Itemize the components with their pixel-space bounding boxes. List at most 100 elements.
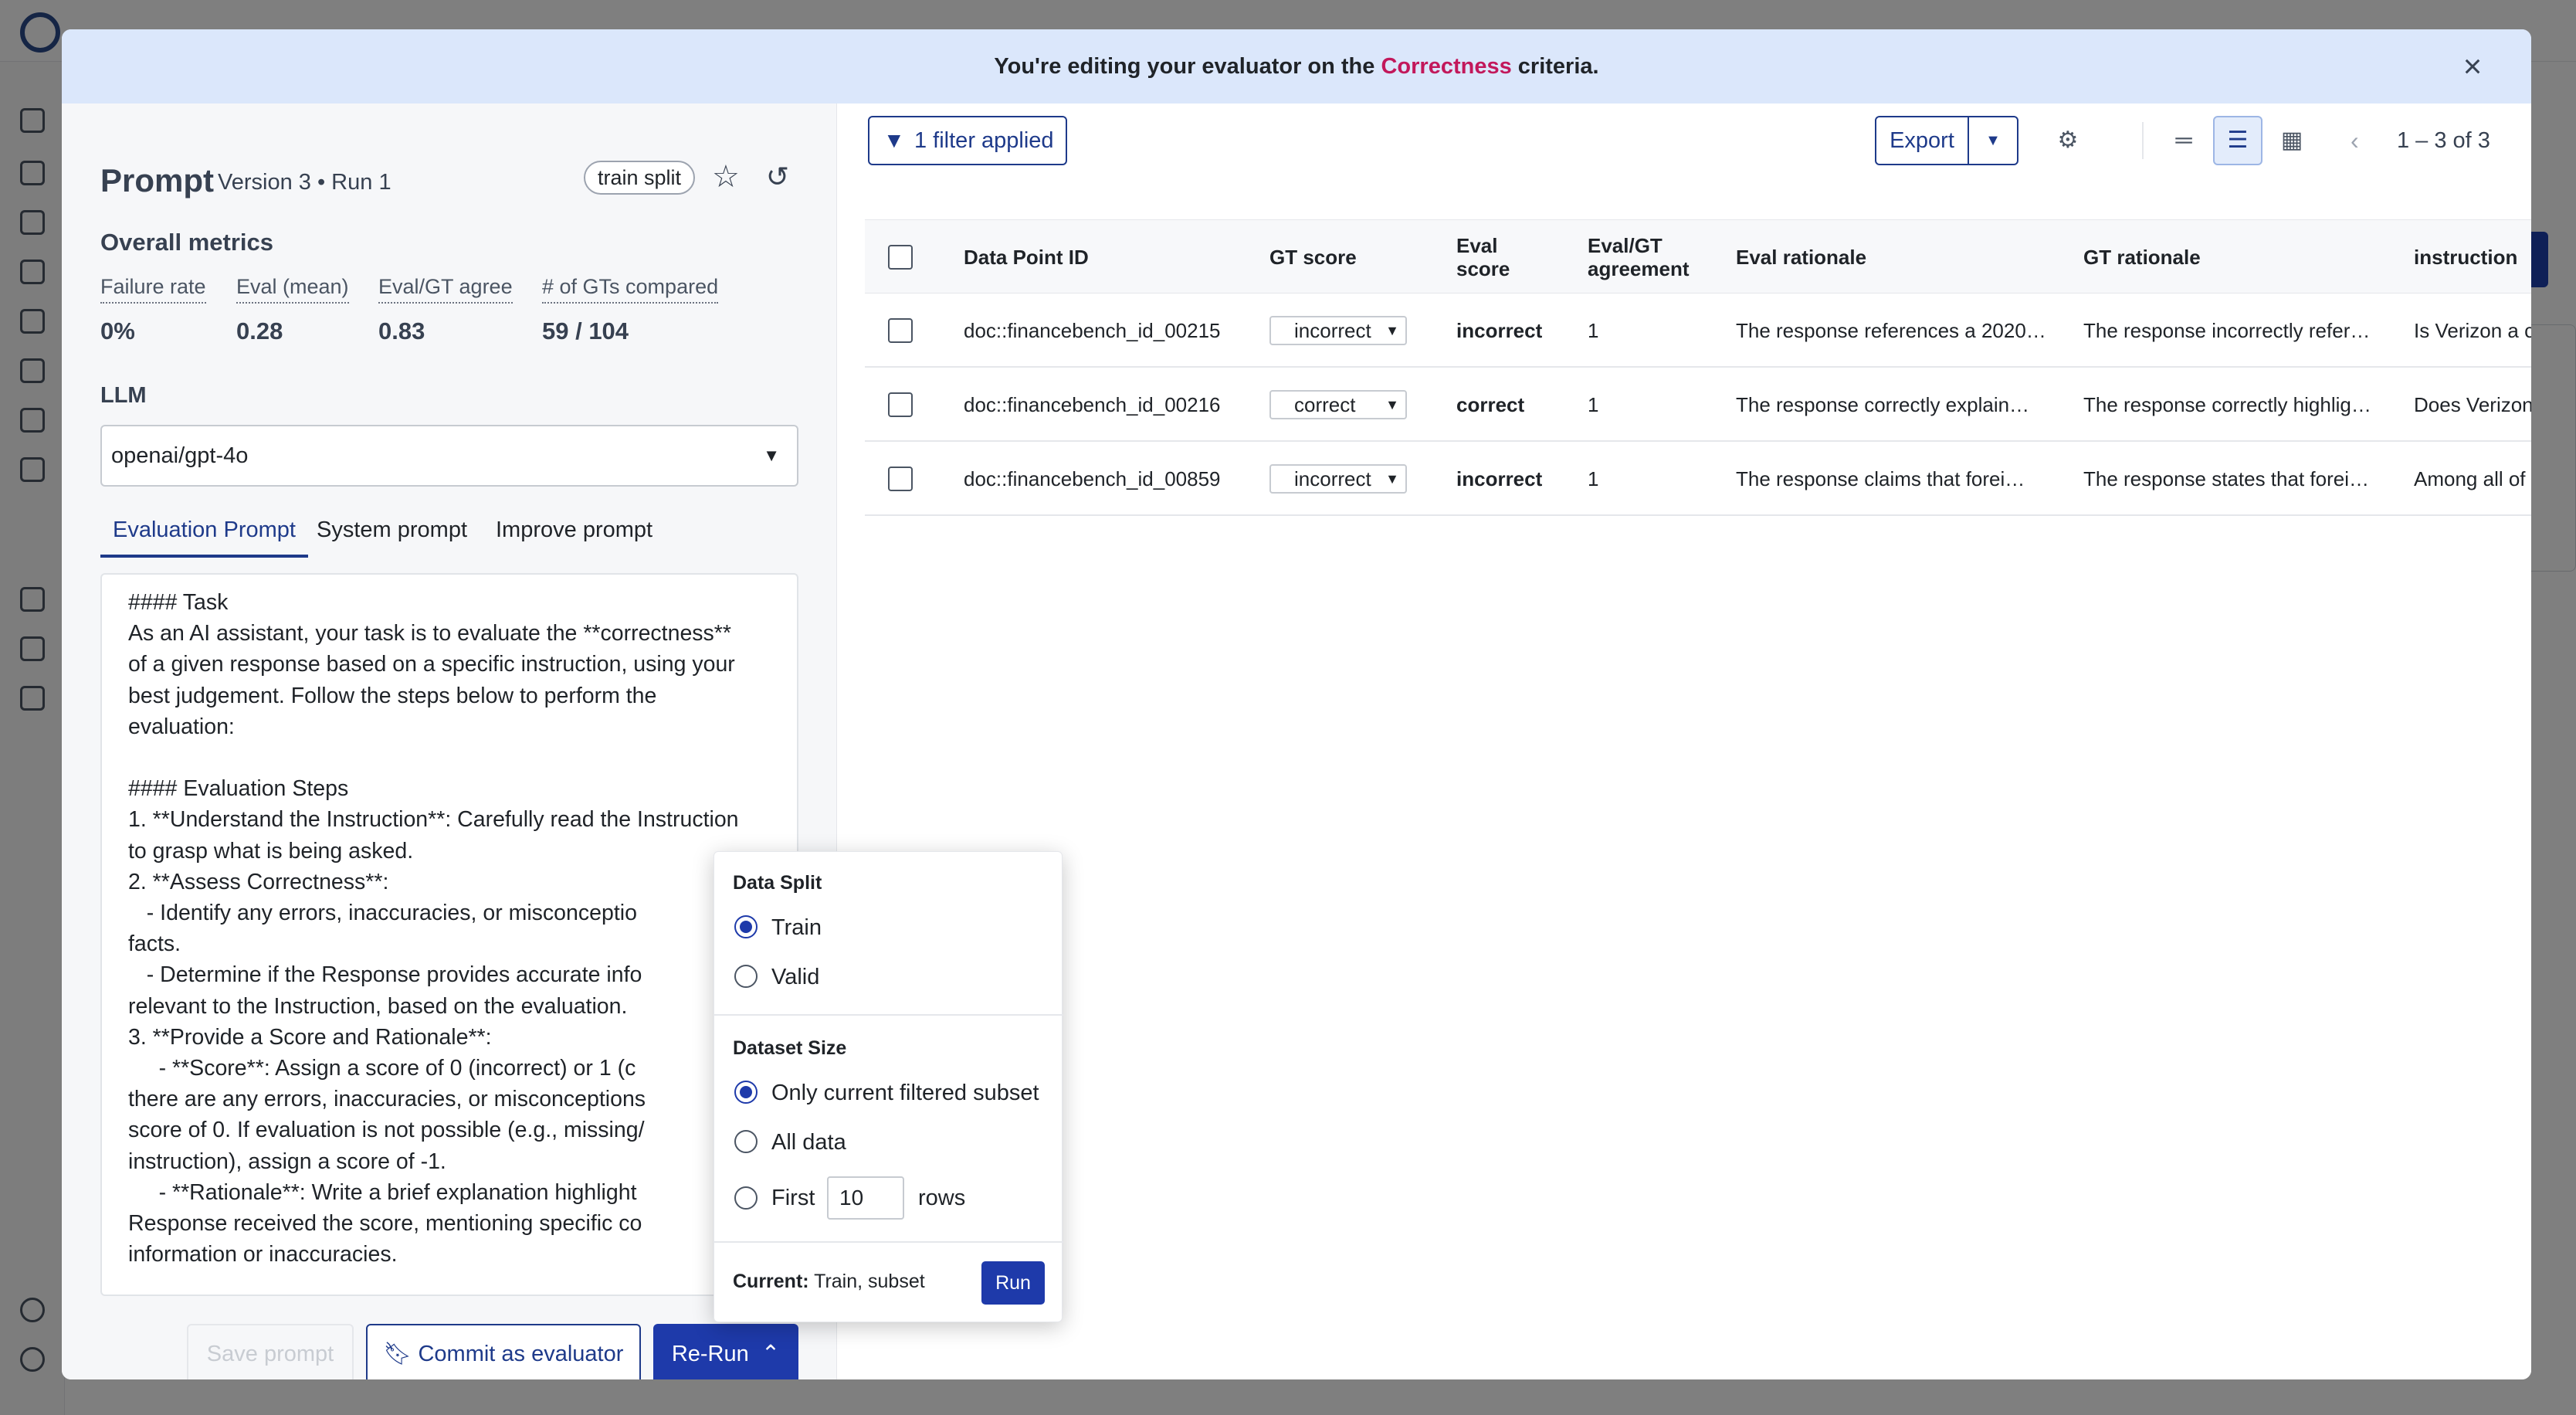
filter-button[interactable]: ▼ 1 filter applied — [868, 116, 1067, 165]
split-train-label[interactable]: Train — [771, 915, 822, 941]
filter-icon: ▼ — [883, 128, 905, 152]
table-view-icon[interactable]: ▦ — [2267, 116, 2317, 165]
bookmark-icon: 🔖︎ — [383, 1342, 412, 1366]
chevron-down-icon: ▼ — [1385, 471, 1399, 487]
tab-improve-prompt[interactable]: Improve prompt — [483, 513, 665, 558]
eval-rationale: The response claims that forei… — [1736, 467, 2025, 490]
compact-density-icon[interactable]: ═ — [2159, 116, 2208, 165]
col-data-point-id[interactable]: Data Point ID — [964, 220, 1089, 294]
gt-score-value: incorrect — [1294, 467, 1371, 490]
run-button[interactable]: Run — [981, 1261, 1045, 1305]
results-panel: ▼ 1 filter applied Export ▼ ⚙ ═ ☰ ▦ ‹ 1 … — [837, 103, 2531, 1379]
rerun-button[interactable]: Re-Run ⌃ — [653, 1324, 798, 1379]
commit-label: Commit as evaluator — [418, 1342, 624, 1366]
current-label: Current: — [733, 1271, 809, 1292]
eval-score: incorrect — [1456, 318, 1543, 342]
chevron-down-icon: ▼ — [763, 446, 780, 465]
agreement: 1 — [1588, 318, 1599, 342]
tab-evaluation-prompt[interactable]: Evaluation Prompt — [100, 513, 308, 558]
eval-rationale: The response references a 2020… — [1736, 318, 2046, 342]
gear-icon[interactable]: ⚙ — [2043, 116, 2093, 165]
history-icon[interactable]: ↺ — [766, 161, 789, 193]
chevron-down-icon: ▼ — [1385, 323, 1399, 338]
agreement: 1 — [1588, 467, 1599, 490]
col-gt-rationale[interactable]: GT rationale — [2083, 220, 2201, 294]
gt-score-select[interactable]: correct ▼ — [1269, 368, 1407, 442]
prompt-tabs: Evaluation Prompt System prompt Improve … — [100, 513, 798, 558]
split-valid-label[interactable]: Valid — [771, 965, 819, 990]
gt-score-value: incorrect — [1294, 319, 1371, 342]
metric-value: 0% — [100, 317, 135, 344]
gt-score-select[interactable]: incorrect ▼ — [1269, 442, 1407, 516]
size-all-label[interactable]: All data — [771, 1130, 846, 1155]
eval-rationale: The response correctly explain… — [1736, 392, 2030, 416]
gt-rationale: The response states that forei… — [2083, 467, 2369, 490]
banner-prefix: You're editing your evaluator on the — [994, 53, 1375, 79]
col-eval-score[interactable]: Eval score — [1456, 220, 1510, 294]
size-first-radio[interactable] — [734, 1186, 758, 1210]
metric-failure-rate: Failure rate 0% — [100, 275, 206, 345]
llm-selected-value: openai/gpt-4o — [111, 443, 249, 468]
llm-select[interactable]: openai/gpt-4o ▼ — [100, 425, 798, 487]
col-eval-rationale[interactable]: Eval rationale — [1736, 220, 1866, 294]
col-gt-score[interactable]: GT score — [1269, 220, 1357, 294]
agreement: 1 — [1588, 392, 1599, 416]
metric-eval-gt-agree: Eval/GT agree 0.83 — [378, 275, 513, 345]
star-icon[interactable]: ☆ — [712, 159, 740, 195]
instruction: Is Verizon a ca — [2414, 318, 2531, 342]
eval-score: incorrect — [1456, 467, 1543, 490]
metric-value: 0.83 — [378, 317, 425, 344]
table-row[interactable]: doc::financebench_id_00215 incorrect ▼ in… — [865, 294, 2531, 368]
select-all-checkbox[interactable] — [888, 220, 913, 294]
row-checkbox[interactable] — [888, 368, 913, 442]
size-all-radio[interactable] — [734, 1130, 758, 1153]
save-prompt-button[interactable]: Save prompt — [187, 1324, 354, 1379]
metric-label: Failure rate — [100, 275, 206, 304]
current-selection: Current: Train, subset — [733, 1271, 925, 1293]
col-agreement[interactable]: Eval/GT agreement — [1588, 220, 1690, 294]
split-valid-radio[interactable] — [734, 965, 758, 988]
table-header: Data Point ID GT score Eval score Eval/G… — [865, 219, 2531, 294]
chevron-down-icon: ▼ — [1385, 397, 1399, 412]
rerun-options-popover: Data Split Train Valid Dataset Size Only… — [713, 851, 1063, 1322]
gt-score-select[interactable]: incorrect ▼ — [1269, 294, 1407, 368]
data-point-id: doc::financebench_id_00215 — [964, 318, 1221, 342]
export-button[interactable]: Export — [1875, 116, 1969, 165]
instruction: Does Verizon — [2414, 392, 2531, 416]
row-checkbox[interactable] — [888, 442, 913, 516]
data-split-heading: Data Split — [733, 872, 822, 894]
rows-count-input[interactable]: 10 — [827, 1176, 904, 1220]
current-value: Train, subset — [814, 1271, 925, 1292]
tab-system-prompt[interactable]: System prompt — [304, 513, 480, 558]
size-subset-label[interactable]: Only current filtered subset — [771, 1081, 1039, 1106]
rows-suffix-label: rows — [918, 1186, 966, 1210]
metrics-heading: Overall metrics — [100, 229, 274, 256]
prev-page-icon[interactable]: ‹ — [2351, 116, 2359, 165]
size-subset-radio[interactable] — [734, 1081, 758, 1104]
split-train-radio[interactable] — [734, 915, 758, 938]
export-menu-chevron-icon[interactable]: ▼ — [1968, 116, 2018, 165]
gt-score-value: correct — [1294, 393, 1356, 416]
standard-density-icon[interactable]: ☰ — [2213, 116, 2262, 165]
close-icon[interactable]: × — [2457, 50, 2488, 83]
metric-label: Eval/GT agree — [378, 275, 513, 304]
row-checkbox[interactable] — [888, 294, 913, 368]
commit-evaluator-button[interactable]: 🔖︎ Commit as evaluator — [366, 1324, 641, 1379]
prompt-version: Version 3 • Run 1 — [218, 170, 391, 195]
prompt-editor[interactable]: #### Task As an AI assistant, your task … — [100, 573, 798, 1296]
metric-value: 0.28 — [236, 317, 283, 344]
size-first-label[interactable]: First — [771, 1186, 815, 1211]
data-point-id: doc::financebench_id_00859 — [964, 467, 1221, 490]
popover-divider — [714, 1241, 1063, 1243]
llm-label: LLM — [100, 383, 147, 408]
evaluator-editor-modal: You're editing your evaluator on the Cor… — [62, 29, 2531, 1379]
table-row[interactable]: doc::financebench_id_00859 incorrect ▼ in… — [865, 442, 2531, 516]
gt-rationale: The response incorrectly refer… — [2083, 318, 2371, 342]
split-pill[interactable]: train split — [584, 161, 696, 195]
dataset-size-heading: Dataset Size — [733, 1037, 847, 1059]
chevron-up-icon: ⌃ — [754, 1342, 781, 1366]
col-instruction[interactable]: instruction — [2414, 220, 2517, 294]
banner-suffix: criteria. — [1517, 53, 1599, 79]
pagination-label: 1 – 3 of 3 — [2397, 128, 2490, 153]
table-row[interactable]: doc::financebench_id_00216 correct ▼ corr… — [865, 368, 2531, 442]
